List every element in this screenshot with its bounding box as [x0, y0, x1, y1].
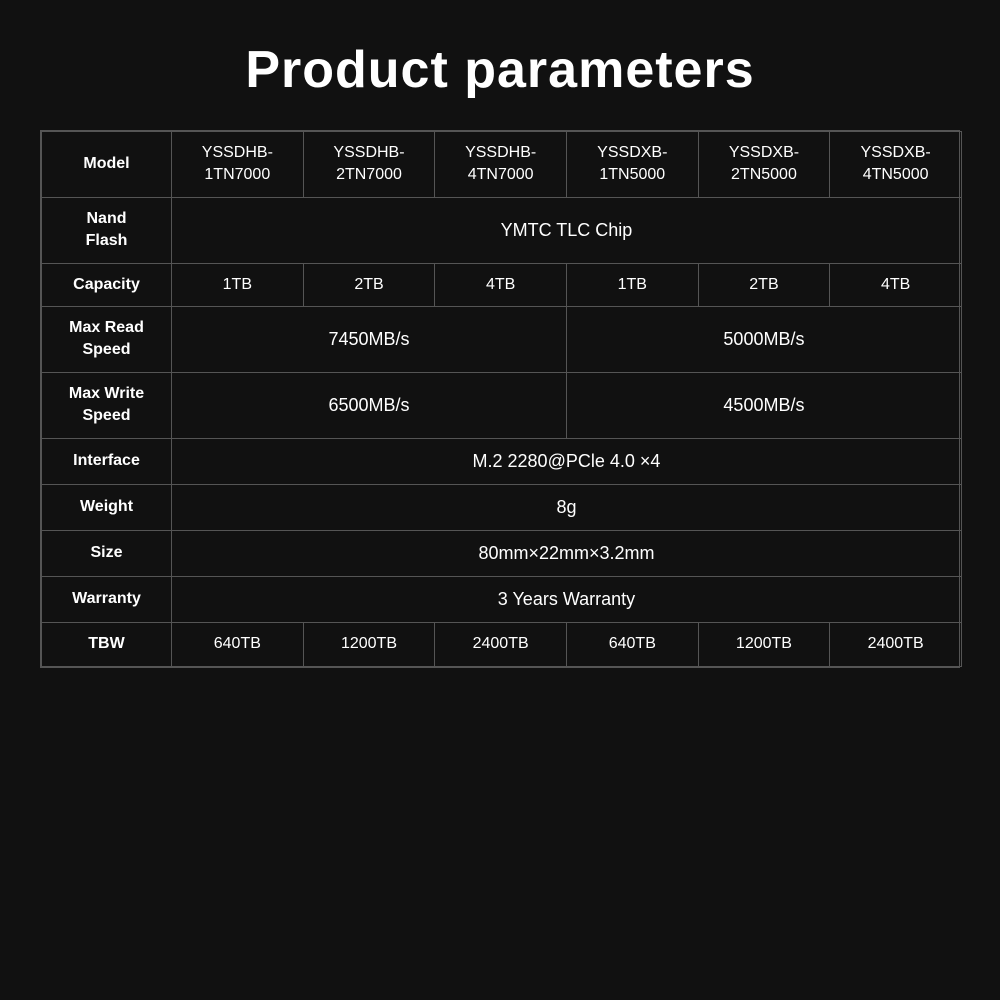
- row-max_read: Max Read Speed7450MB/s5000MB/s: [42, 306, 962, 372]
- row-weight: Weight8g: [42, 484, 962, 530]
- label-warranty: Warranty: [42, 577, 172, 623]
- label-nand: Nand Flash: [42, 197, 172, 263]
- cell-capacity-4: 2TB: [698, 263, 830, 306]
- value-warranty: 3 Years Warranty: [172, 577, 962, 623]
- product-table: ModelYSSDHB- 1TN7000YSSDHB- 2TN7000YSSDH…: [40, 130, 960, 668]
- cell-tbw-3: 640TB: [566, 623, 698, 666]
- value-nand: YMTC TLC Chip: [172, 197, 962, 263]
- cell-capacity-3: 1TB: [566, 263, 698, 306]
- cell-header-4: YSSDXB- 2TN5000: [698, 132, 830, 198]
- cell-header-0: YSSDHB- 1TN7000: [172, 132, 304, 198]
- cell-capacity-1: 2TB: [303, 263, 435, 306]
- label-weight: Weight: [42, 484, 172, 530]
- label-size: Size: [42, 530, 172, 576]
- label-interface: Interface: [42, 438, 172, 484]
- cell-tbw-1: 1200TB: [303, 623, 435, 666]
- value-left-max_read: 7450MB/s: [172, 306, 567, 372]
- cell-capacity-2: 4TB: [435, 263, 567, 306]
- value-right-max_write: 4500MB/s: [566, 372, 961, 438]
- value-left-max_write: 6500MB/s: [172, 372, 567, 438]
- cell-tbw-0: 640TB: [172, 623, 304, 666]
- label-max_read: Max Read Speed: [42, 306, 172, 372]
- label-capacity: Capacity: [42, 263, 172, 306]
- row-size: Size80mm×22mm×3.2mm: [42, 530, 962, 576]
- row-tbw: TBW640TB1200TB2400TB640TB1200TB2400TB: [42, 623, 962, 666]
- cell-capacity-0: 1TB: [172, 263, 304, 306]
- label-max_write: Max Write Speed: [42, 372, 172, 438]
- row-interface: InterfaceM.2 2280@PCle 4.0 ×4: [42, 438, 962, 484]
- row-max_write: Max Write Speed6500MB/s4500MB/s: [42, 372, 962, 438]
- value-size: 80mm×22mm×3.2mm: [172, 530, 962, 576]
- page-title: Product parameters: [245, 40, 754, 100]
- label-tbw: TBW: [42, 623, 172, 666]
- row-nand: Nand FlashYMTC TLC Chip: [42, 197, 962, 263]
- value-right-max_read: 5000MB/s: [566, 306, 961, 372]
- value-interface: M.2 2280@PCle 4.0 ×4: [172, 438, 962, 484]
- row-warranty: Warranty3 Years Warranty: [42, 577, 962, 623]
- value-weight: 8g: [172, 484, 962, 530]
- cell-header-2: YSSDHB- 4TN7000: [435, 132, 567, 198]
- cell-tbw-4: 1200TB: [698, 623, 830, 666]
- cell-header-5: YSSDXB- 4TN5000: [830, 132, 962, 198]
- cell-tbw-5: 2400TB: [830, 623, 962, 666]
- cell-header-1: YSSDHB- 2TN7000: [303, 132, 435, 198]
- cell-header-3: YSSDXB- 1TN5000: [566, 132, 698, 198]
- label-header: Model: [42, 132, 172, 198]
- cell-tbw-2: 2400TB: [435, 623, 567, 666]
- row-header: ModelYSSDHB- 1TN7000YSSDHB- 2TN7000YSSDH…: [42, 132, 962, 198]
- cell-capacity-5: 4TB: [830, 263, 962, 306]
- row-capacity: Capacity1TB2TB4TB1TB2TB4TB: [42, 263, 962, 306]
